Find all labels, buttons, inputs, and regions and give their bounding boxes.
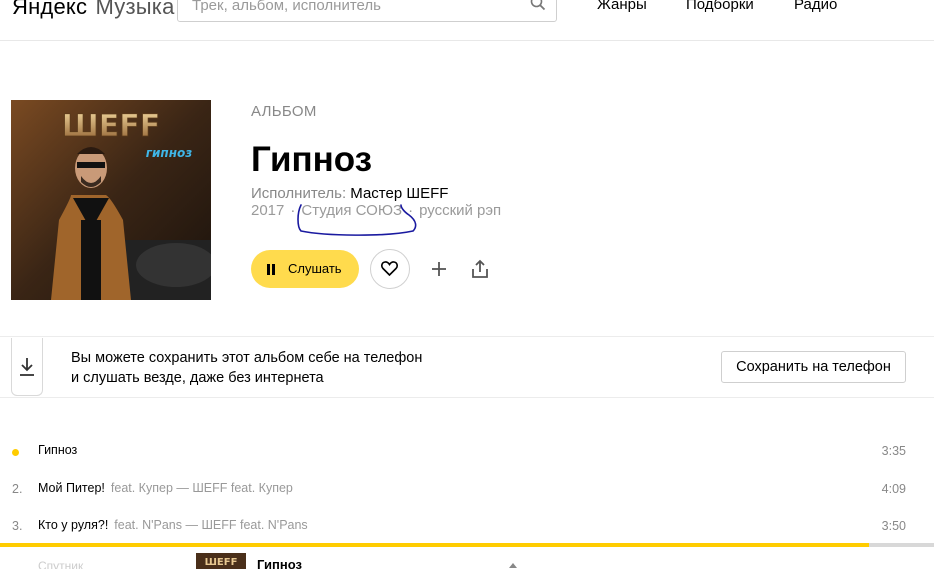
play-button[interactable]: Слушать [251, 250, 359, 288]
promo-line-1: Вы можете сохранить этот альбом себе на … [71, 350, 423, 366]
save-to-phone-promo: Вы можете сохранить этот альбом себе на … [0, 336, 934, 398]
album-year: 2017 [251, 202, 285, 219]
track-duration: 3:35 [881, 444, 906, 458]
save-to-phone-button[interactable]: Сохранить на телефон [721, 351, 906, 383]
playing-indicator-icon [12, 449, 19, 456]
player-bar: Спутник ШЕFF Гипноз [0, 547, 934, 569]
player-ghost-track: Спутник [38, 559, 84, 569]
album-cover[interactable]: ШЕFF гипноз [11, 100, 211, 300]
track-title[interactable]: Гипноз [38, 443, 77, 457]
search-icon[interactable] [530, 0, 546, 11]
player-cover-thumb[interactable]: ШЕFF [196, 553, 246, 569]
track-duration: 3:50 [881, 519, 906, 533]
yandex-music-logo[interactable]: Яндекс Музыка [12, 0, 175, 21]
expand-arrow-icon[interactable] [509, 563, 517, 568]
track-feat[interactable]: feat. N'Pans — ШЕFF feat. N'Pans [114, 518, 307, 532]
artist-label: Исполнитель: [251, 185, 347, 202]
track-number: 2. [12, 482, 23, 496]
handwritten-annotation [297, 204, 417, 236]
logo-brand: Яндекс [12, 0, 88, 19]
pause-icon [266, 264, 276, 275]
album-genre[interactable]: русский рэп [419, 202, 501, 219]
nav-collections[interactable]: Подборки [686, 0, 754, 13]
album-title: Гипноз [251, 140, 373, 179]
download-badge [11, 338, 43, 396]
promo-line-2: и слушать везде, даже без интернета [71, 370, 324, 386]
promo-text: Вы можете сохранить этот альбом себе на … [71, 348, 422, 388]
artist-line: Исполнитель: Мастер ШЕFF [251, 185, 448, 202]
track-row[interactable]: 2. Мой Питер! feat. Купер — ШЕFF feat. Куп… [0, 471, 934, 509]
logo-section: Музыка [95, 0, 175, 19]
svg-text:ШЕFF: ШЕFF [205, 557, 238, 568]
nav-genres[interactable]: Жанры [597, 0, 647, 13]
play-button-label: Слушать [288, 261, 342, 276]
like-button[interactable] [370, 249, 410, 289]
track-title[interactable]: Кто у руля?! [38, 518, 108, 532]
search-box[interactable] [177, 0, 557, 22]
cover-band-text: ШЕFF [62, 109, 161, 144]
heart-icon [381, 261, 398, 276]
track-row[interactable]: 3. Кто у руля?! feat. N'Pans — ШЕFF feat. … [0, 508, 934, 546]
track-row[interactable]: Гипноз 3:35 [0, 433, 934, 471]
player-track-title[interactable]: Гипноз [257, 557, 302, 569]
artist-link[interactable]: Мастер ШЕFF [350, 185, 448, 202]
add-icon[interactable] [430, 260, 448, 278]
search-input[interactable] [192, 0, 522, 14]
header: Яндекс Музыка Жанры Подборки Радио [0, 0, 934, 41]
cover-title-text: гипноз [146, 146, 193, 160]
track-title-cell: Кто у руля?! feat. N'Pans — ШЕFF feat. N'… [38, 518, 308, 532]
track-feat[interactable]: feat. Купер — ШЕFF feat. Купер [111, 481, 293, 495]
track-title-cell: Гипноз [38, 443, 77, 457]
album-kind: АЛЬБОМ [251, 103, 317, 120]
track-duration: 4:09 [881, 482, 906, 496]
track-number: 3. [12, 519, 23, 533]
download-icon [20, 358, 34, 376]
share-icon[interactable] [471, 259, 489, 279]
track-title[interactable]: Мой Питер! [38, 481, 105, 495]
nav-radio[interactable]: Радио [794, 0, 837, 13]
track-title-cell: Мой Питер! feat. Купер — ШЕFF feat. Купер [38, 481, 293, 495]
